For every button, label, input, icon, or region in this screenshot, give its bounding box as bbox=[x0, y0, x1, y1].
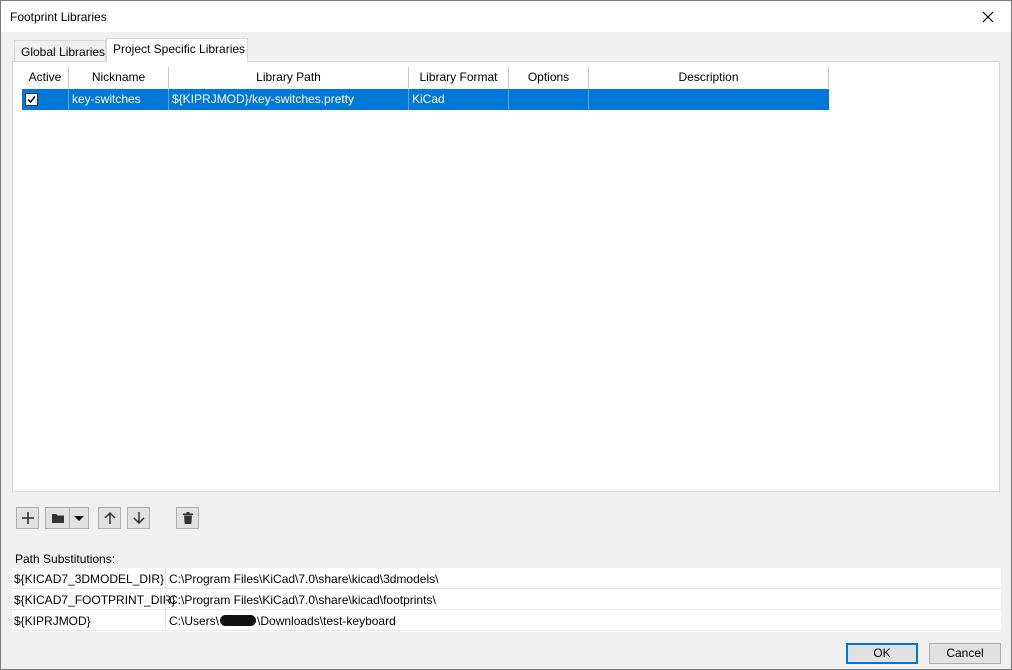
dropdown-arrow-icon bbox=[74, 516, 84, 521]
tab-project-specific-libraries[interactable]: Project Specific Libraries bbox=[106, 38, 248, 63]
substitution-value: C:\Users\ \Downloads\test-keyboard bbox=[169, 614, 396, 628]
table-row: ${KICAD7_FOOTPRINT_DIR} C:\Program Files… bbox=[12, 589, 1001, 610]
tab-label: Global Libraries bbox=[21, 45, 106, 59]
column-header-nickname[interactable]: Nickname bbox=[69, 67, 169, 88]
move-down-button[interactable] bbox=[127, 507, 150, 529]
ok-button[interactable]: OK bbox=[846, 643, 918, 664]
path-substitutions-table: ${KICAD7_3DMODEL_DIR} C:\Program Files\K… bbox=[12, 568, 1001, 632]
table-row: ${KIPRJMOD} C:\Users\ \Downloads\test-key… bbox=[12, 610, 1001, 631]
substitution-value: C:\Program Files\KiCad\7.0\share\kicad\3… bbox=[169, 572, 439, 586]
cancel-button[interactable]: Cancel bbox=[929, 643, 1001, 664]
arrow-down-icon bbox=[132, 512, 145, 525]
cell-description[interactable] bbox=[589, 89, 829, 110]
column-divider bbox=[165, 568, 166, 589]
add-library-button[interactable] bbox=[16, 507, 39, 529]
arrow-up-icon bbox=[103, 511, 116, 524]
column-header-active[interactable]: Active bbox=[22, 67, 69, 88]
value-suffix: \Downloads\test-keyboard bbox=[257, 614, 396, 628]
column-divider bbox=[165, 610, 166, 631]
path-substitutions-label: Path Substitutions: bbox=[15, 552, 116, 566]
library-grid[interactable]: Active Nickname Library Path Library For… bbox=[22, 67, 993, 487]
title-bar: Footprint Libraries bbox=[1, 1, 1011, 32]
checkmark-icon bbox=[27, 96, 36, 104]
value-prefix: C:\Users\ bbox=[169, 614, 220, 628]
column-header-library-path[interactable]: Library Path bbox=[169, 67, 409, 88]
tab-label: Project Specific Libraries bbox=[113, 42, 246, 56]
close-icon bbox=[982, 11, 994, 22]
window-title: Footprint Libraries bbox=[10, 10, 107, 24]
active-checkbox[interactable] bbox=[25, 93, 38, 106]
column-header-description[interactable]: Description bbox=[589, 67, 829, 88]
column-divider bbox=[165, 589, 166, 610]
substitution-name: ${KICAD7_3DMODEL_DIR} bbox=[14, 572, 165, 586]
column-header-filler bbox=[829, 67, 993, 88]
tab-global-libraries[interactable]: Global Libraries bbox=[14, 40, 106, 62]
tab-panel: Active Nickname Library Path Library For… bbox=[12, 61, 1000, 492]
trash-icon bbox=[182, 512, 193, 524]
cell-nickname[interactable]: key-switches bbox=[69, 89, 169, 110]
column-header-library-format[interactable]: Library Format bbox=[409, 67, 509, 88]
substitution-value: C:\Program Files\KiCad\7.0\share\kicad\f… bbox=[169, 593, 436, 607]
cell-library-format[interactable]: KiCad bbox=[409, 89, 509, 110]
grid-header: Active Nickname Library Path Library For… bbox=[22, 67, 993, 88]
substitution-name: ${KIPRJMOD} bbox=[14, 614, 91, 628]
add-icon bbox=[21, 512, 34, 524]
redacted-username bbox=[220, 615, 257, 626]
browse-library-button[interactable] bbox=[45, 507, 70, 529]
folder-icon bbox=[51, 514, 64, 523]
remove-library-button[interactable] bbox=[176, 507, 199, 529]
close-button[interactable] bbox=[965, 1, 1011, 32]
footprint-libraries-dialog: Footprint Libraries Global Libraries Pro… bbox=[0, 0, 1012, 670]
cell-options[interactable] bbox=[509, 89, 589, 110]
substitution-name: ${KICAD7_FOOTPRINT_DIR} bbox=[14, 593, 176, 607]
browse-options-dropdown[interactable] bbox=[69, 507, 89, 529]
cell-library-path[interactable]: ${KIPRJMOD}/key-switches.pretty bbox=[169, 89, 409, 110]
cell-active[interactable] bbox=[22, 89, 69, 110]
table-row: ${KICAD7_3DMODEL_DIR} C:\Program Files\K… bbox=[12, 568, 1001, 589]
column-header-options[interactable]: Options bbox=[509, 67, 589, 88]
table-row[interactable]: key-switches ${KIPRJMOD}/key-switches.pr… bbox=[22, 89, 829, 110]
move-up-button[interactable] bbox=[98, 507, 121, 529]
